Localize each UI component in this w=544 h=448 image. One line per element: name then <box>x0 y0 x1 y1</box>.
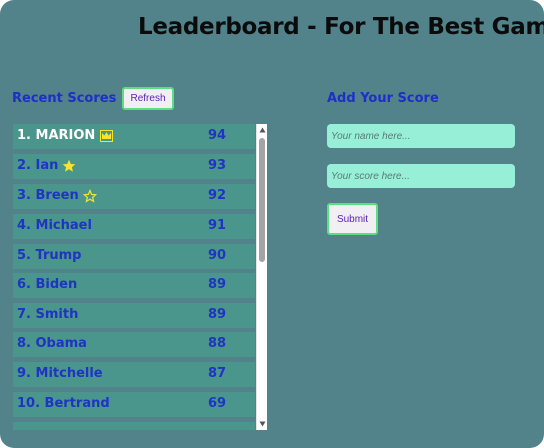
row-name: 8. Obama <box>17 336 87 351</box>
row-score: 92 <box>208 188 227 203</box>
refresh-button[interactable]: Refresh <box>122 87 174 110</box>
leaderboard-list[interactable]: 1. MARION 94 2. Ian 93 3. Breen 92 4. Mi… <box>12 124 267 430</box>
row-score: 91 <box>208 218 227 233</box>
row-name: 2. Ian <box>17 158 76 173</box>
row-score: 88 <box>208 336 227 351</box>
add-score-heading: Add Your Score <box>327 91 439 106</box>
submit-button[interactable]: Submit <box>327 203 378 235</box>
leaderboard-row: 10. Bertrand 69 <box>13 392 255 417</box>
row-score: 93 <box>208 158 227 173</box>
row-name: 3. Breen <box>17 188 97 203</box>
leaderboard-row: 5. Trump 90 <box>13 244 255 269</box>
leaderboard-row: 4. Michael 91 <box>13 214 255 239</box>
row-score: 89 <box>208 307 227 322</box>
list-scrollbar[interactable] <box>256 124 267 430</box>
row-name: 10. Bertrand <box>17 396 110 411</box>
leaderboard-row: 2. Ian 93 <box>13 154 255 179</box>
row-name: 1. MARION <box>17 128 114 143</box>
score-input[interactable] <box>327 164 515 188</box>
leaderboard-row: 6. Biden 89 <box>13 273 255 298</box>
app-window: Leaderboard - For The Best Gamers Recent… <box>0 0 544 448</box>
leaderboard-row: 7. Smith 89 <box>13 303 255 328</box>
recent-scores-heading: Recent Scores <box>12 91 117 106</box>
row-name: 9. Mitchelle <box>17 366 103 381</box>
page-title: Leaderboard - For The Best Gamers <box>138 14 544 40</box>
row-score: 94 <box>208 128 227 143</box>
row-name-text: 1. MARION <box>17 128 96 143</box>
leaderboard-row: 3. Breen 92 <box>13 184 255 209</box>
row-score: 87 <box>208 366 227 381</box>
leaderboard-rows: 1. MARION 94 2. Ian 93 3. Breen 92 4. Mi… <box>12 124 256 430</box>
star-outline-icon <box>82 188 97 203</box>
scroll-down-arrow-icon[interactable] <box>259 421 266 427</box>
leaderboard-row: 1. MARION 94 <box>13 124 255 149</box>
scrollbar-thumb[interactable] <box>259 138 265 262</box>
crown-icon <box>100 129 114 142</box>
row-name-text: 3. Breen <box>17 188 79 203</box>
scroll-up-arrow-icon[interactable] <box>259 127 266 133</box>
row-score: 89 <box>208 277 227 292</box>
leaderboard-row-partial <box>13 422 255 430</box>
row-score: 69 <box>208 396 227 411</box>
row-name-text: 2. Ian <box>17 158 59 173</box>
row-name: 4. Michael <box>17 218 92 233</box>
row-name: 7. Smith <box>17 307 79 322</box>
row-name: 5. Trump <box>17 248 82 263</box>
row-score: 90 <box>208 248 227 263</box>
leaderboard-row: 9. Mitchelle 87 <box>13 362 255 387</box>
leaderboard-row: 8. Obama 88 <box>13 332 255 357</box>
name-input[interactable] <box>327 124 515 148</box>
row-name: 6. Biden <box>17 277 78 292</box>
star-filled-icon <box>63 159 76 172</box>
